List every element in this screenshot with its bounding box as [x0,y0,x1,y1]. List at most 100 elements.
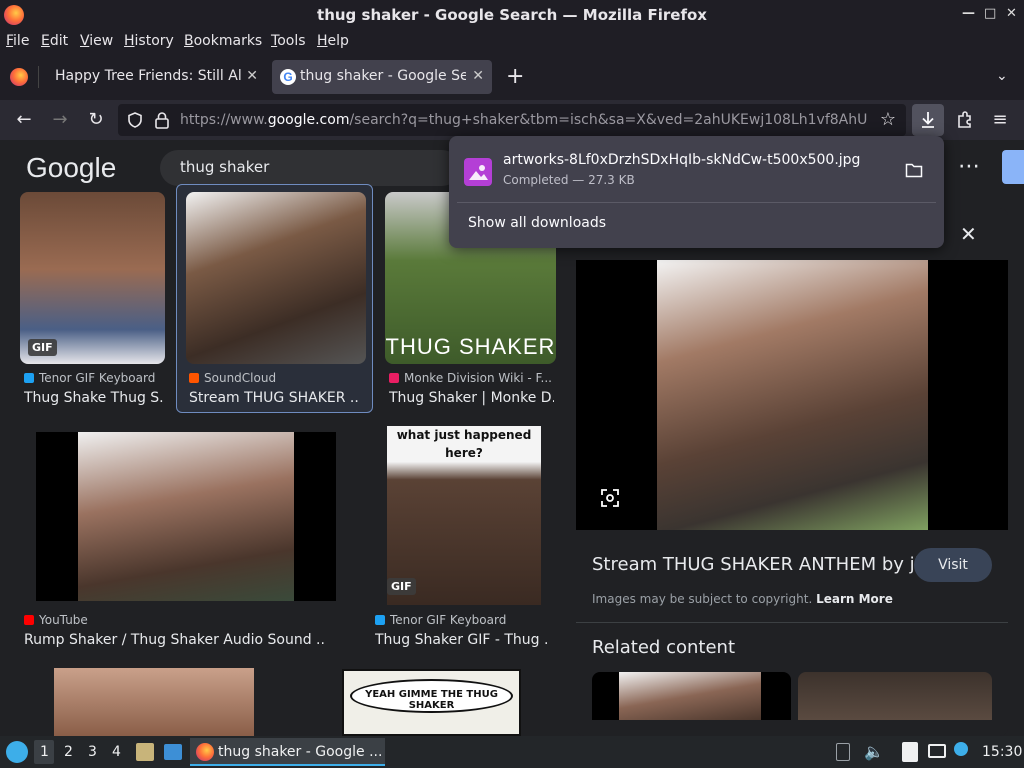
preview-title[interactable]: Stream THUG SHAKER ANTHEM by ji... [592,554,937,575]
related-image[interactable] [798,672,992,720]
url-domain: google.com [267,112,350,128]
download-icon [922,112,934,128]
result-caption[interactable]: Thug Shaker GIF - Thug ... [375,632,550,648]
preview-image-frame [576,260,1008,530]
result-source-label: SoundCloud [204,371,277,385]
file-manager-icon[interactable] [136,743,154,761]
result-image[interactable] [36,432,336,601]
url-bar[interactable]: https://www.google.com/search?q=thug+sha… [118,104,906,136]
results-area: GIF THUG SHAKER Tenor GIF Keyboard Thug … [0,184,576,736]
menu-help[interactable]: Help [317,33,349,49]
notes-icon[interactable] [902,742,918,762]
menu-view[interactable]: View [80,33,113,49]
workspace-1[interactable]: 1 [40,744,49,760]
soundcloud-favicon-icon [189,373,199,383]
display-icon[interactable] [928,744,946,758]
back-icon[interactable]: ← [12,108,36,132]
result-image[interactable] [186,192,366,364]
close-preview-icon[interactable]: ✕ [960,222,977,246]
workspace-3[interactable]: 3 [88,744,97,760]
result-source[interactable]: YouTube [24,613,88,627]
desktop-icon[interactable] [164,744,182,760]
app-launcher-icon[interactable] [6,741,28,763]
volume-icon[interactable]: 🔈 [864,742,884,761]
firefox-icon [196,743,214,761]
download-filename[interactable]: artworks-8Lf0xDrzhSDxHqIb-skNdCw-t500x50… [503,152,860,168]
wiki-favicon-icon [389,373,399,383]
workspace-4[interactable]: 4 [112,744,121,760]
lens-search-icon[interactable] [600,488,620,508]
result-source-label: YouTube [39,613,88,627]
result-source[interactable]: Tenor GIF Keyboard [24,371,155,385]
learn-more-link[interactable]: Learn More [816,592,893,606]
menu-edit[interactable]: Edit [41,33,68,49]
close-icon[interactable]: ✕ [1006,6,1017,21]
tab-label: thug shaker - Google Sea [300,68,466,84]
result-image[interactable] [54,668,254,736]
preview-image[interactable] [657,260,928,530]
lock-icon[interactable] [154,111,170,129]
menu-bookmarks[interactable]: Bookmarks [184,33,262,49]
visit-button[interactable]: Visit [914,548,992,582]
tenor-favicon-icon [375,615,385,625]
sign-in-button[interactable] [1002,150,1024,184]
forward-icon[interactable]: → [48,108,72,132]
firefox-view-icon[interactable] [10,68,28,86]
menu-bar: File Edit View History Bookmarks Tools H… [0,30,1024,54]
show-all-downloads-button[interactable]: Show all downloads [468,215,606,231]
extensions-icon[interactable] [955,110,975,130]
minimize-icon[interactable]: — [962,6,975,21]
google-apps-icon[interactable]: ⋯ [958,154,980,179]
gif-badge: GIF [28,339,57,356]
tab-close-icon[interactable]: ✕ [472,68,484,84]
hamburger-menu-icon[interactable]: ≡ [988,108,1012,132]
shield-icon[interactable] [126,111,144,129]
tab-close-icon[interactable]: ✕ [246,68,258,84]
gif-badge: GIF [387,578,416,595]
new-tab-button[interactable]: + [506,64,524,89]
image-overlay-text: YEAH GIMME THE THUG SHAKER [365,689,498,711]
image-content [619,672,761,720]
tab-strip: Happy Tree Friends: Still Aliv ✕ G thug … [0,54,1024,100]
downloads-panel: artworks-8Lf0xDrzhSDxHqIb-skNdCw-t500x50… [449,136,944,248]
search-input[interactable]: thug shaker [160,150,460,186]
reload-icon[interactable]: ↻ [84,108,108,132]
bookmark-star-icon[interactable]: ☆ [876,108,900,132]
result-caption[interactable]: Rump Shaker / Thug Shaker Audio Sound ..… [24,632,324,648]
image-overlay-text: THUG SHAKER [385,334,556,359]
image-file-icon [464,158,492,186]
result-source[interactable]: Tenor GIF Keyboard [375,613,506,627]
taskbar-task-firefox[interactable]: thug shaker - Google ... [190,738,385,766]
clock[interactable]: 15:30 [982,744,1022,760]
tab-divider [38,66,39,88]
url-text: https://www.google.com/search?q=thug+sha… [180,112,892,128]
window-titlebar: thug shaker - Google Search — Mozilla Fi… [0,0,1024,30]
open-folder-icon[interactable] [905,162,923,178]
tab-thug-shaker[interactable]: G thug shaker - Google Sea ✕ [272,60,492,94]
related-content-heading: Related content [592,637,735,658]
result-image[interactable]: GIF [20,192,165,364]
menu-file[interactable]: File [6,33,29,49]
result-source-label: Monke Division Wiki - F... [404,371,552,385]
result-source[interactable]: SoundCloud [189,371,276,385]
maximize-icon[interactable]: □ [984,6,996,21]
workspace-2[interactable]: 2 [64,744,73,760]
result-source[interactable]: Monke Division Wiki - F... [389,371,552,385]
menu-tools[interactable]: Tools [271,33,306,49]
result-image[interactable]: YEAH GIMME THE THUG SHAKER [342,669,521,736]
menu-history[interactable]: History [124,33,174,49]
tab-happy-tree-friends[interactable]: Happy Tree Friends: Still Aliv ✕ [44,60,266,94]
clipboard-icon[interactable] [836,743,850,761]
result-caption[interactable]: Thug Shaker | Monke D... [389,390,554,406]
tenor-favicon-icon [24,373,34,383]
related-image[interactable] [592,672,791,720]
result-caption[interactable]: Stream THUG SHAKER ... [189,390,359,406]
notification-icon[interactable] [954,742,968,756]
download-status: Completed — 27.3 KB [503,173,635,187]
downloads-button[interactable] [912,104,944,136]
google-logo[interactable]: Google [26,152,116,184]
result-caption[interactable]: Thug Shake Thug S... [24,390,164,406]
result-image[interactable]: what just happened here? GIF [387,426,541,605]
list-all-tabs-icon[interactable]: ⌄ [996,68,1008,84]
result-source-label: Tenor GIF Keyboard [390,613,507,627]
